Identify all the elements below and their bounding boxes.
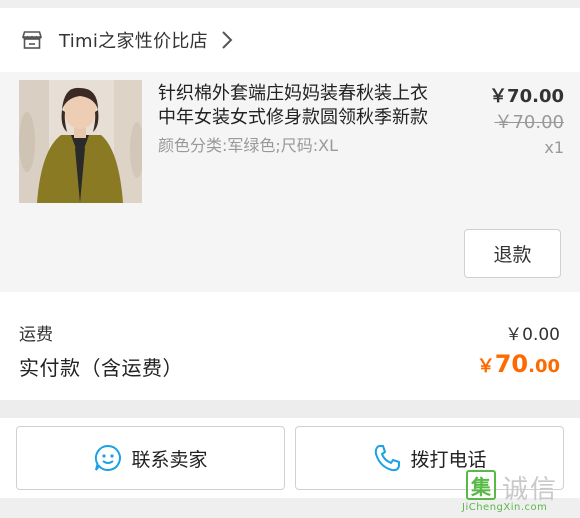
- paid-amount: ￥70.00: [477, 350, 560, 378]
- product-variant: 颜色分类:军绿色;尺码:XL: [158, 136, 339, 155]
- refund-button[interactable]: 退款: [464, 229, 561, 278]
- top-divider: [0, 0, 580, 8]
- shop-name: Timi之家性价比店: [59, 31, 208, 52]
- product-title[interactable]: 针织棉外套端庄妈妈装春秋装上衣 中年女装女式修身款圆领秋季新款: [158, 82, 458, 130]
- watermark-name: 诚信: [502, 475, 559, 505]
- contact-seller-button[interactable]: 联系卖家: [16, 426, 285, 490]
- product-price: ￥70.00: [489, 86, 564, 107]
- watermark-url: JiChengXin.com: [462, 502, 548, 513]
- product-quantity: x1: [544, 138, 564, 157]
- product-title-line1: 针织棉外套端庄妈妈装春秋装上衣: [158, 83, 428, 104]
- section-divider: [0, 400, 580, 418]
- watermark-logo: 集 诚信 JiChengXin.com: [462, 466, 578, 516]
- product-original-price: ￥70.00: [494, 112, 564, 133]
- shipping-label: 运费: [19, 325, 53, 345]
- paid-currency: ￥: [476, 356, 495, 377]
- order-detail-page: Timi之家性价比店 针织棉外套端庄妈妈装春秋装上衣 中年女装女式修身款圆领秋季…: [0, 0, 580, 518]
- store-icon: [20, 28, 44, 52]
- watermark-char: 集: [466, 470, 496, 500]
- product-title-line2: 中年女装女式修身款圆领秋季新款: [158, 107, 428, 128]
- chevron-right-icon: [220, 29, 234, 51]
- paid-decimal: .00: [528, 356, 560, 377]
- order-summary: 运费 ￥0.00 实付款（含运费） ￥70.00: [0, 292, 580, 400]
- shipping-value: ￥0.00: [505, 325, 560, 345]
- phone-icon: [372, 443, 402, 473]
- chat-face-icon: [93, 443, 123, 473]
- paid-label: 实付款（含运费）: [19, 356, 183, 380]
- product-image[interactable]: [19, 80, 142, 203]
- paid-integer: 70: [494, 350, 529, 378]
- contact-seller-label: 联系卖家: [131, 448, 208, 471]
- product-item[interactable]: 针织棉外套端庄妈妈装春秋装上衣 中年女装女式修身款圆领秋季新款 颜色分类:军绿色…: [0, 72, 580, 292]
- shop-header[interactable]: Timi之家性价比店: [0, 8, 580, 72]
